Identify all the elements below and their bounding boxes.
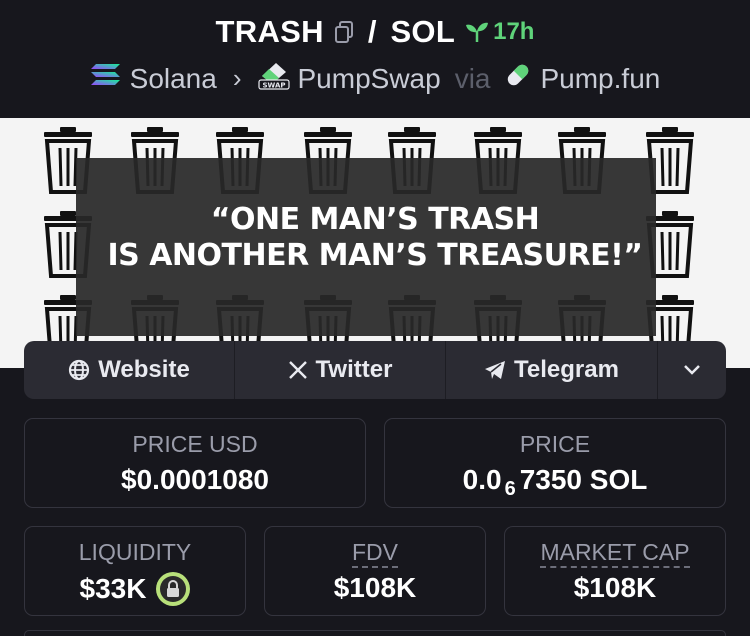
website-label: Website	[98, 356, 190, 383]
fdv-label[interactable]: FDV	[352, 539, 398, 568]
liquidity-card: LIQUIDITY $33K	[24, 526, 246, 616]
price-native-suffix: 7350 SOL	[519, 464, 648, 495]
telegram-icon	[485, 361, 506, 379]
liquidity-lock-icon[interactable]	[156, 572, 191, 606]
pill-icon	[504, 61, 532, 96]
token-symbol: TRASH	[215, 14, 324, 49]
price-native-card: PRICE 0.0 6 7350 SOL	[384, 418, 726, 508]
market-cap-label-wrap: MARKET CAP	[505, 539, 725, 568]
fdv-card: FDV $108K	[264, 526, 486, 616]
social-links-bar: Website Twitter Telegram	[24, 341, 726, 399]
price-usd-card: PRICE USD $0.0001080	[24, 418, 366, 508]
next-card-edge	[24, 630, 726, 636]
solana-icon	[90, 62, 122, 95]
liquidity-value-row: $33K	[25, 572, 245, 606]
quote-symbol: SOL	[390, 14, 456, 49]
dex-badge-text: SWAP	[262, 82, 285, 90]
market-cap-label[interactable]: MARKET CAP	[540, 539, 690, 568]
quote-line-2: IS ANOTHER MAN’S TREASURE!”	[107, 238, 643, 273]
price-native-value: 0.0 6 7350 SOL	[385, 464, 725, 500]
liquidity-value: $33K	[79, 573, 147, 604]
fdv-value: $108K	[333, 572, 417, 603]
liquidity-label: LIQUIDITY	[78, 539, 192, 565]
more-links-button[interactable]	[658, 341, 726, 399]
telegram-label: Telegram	[514, 356, 619, 383]
pair-separator: /	[367, 14, 377, 49]
x-logo-icon	[288, 361, 307, 379]
twitter-button[interactable]: Twitter	[235, 341, 446, 399]
price-usd-value: $0.0001080	[121, 464, 269, 495]
market-cap-value: $108K	[573, 572, 657, 603]
banner-quote: “ONE MAN’S TRASH IS ANOTHER MAN’S TREASU…	[0, 202, 750, 274]
copy-icon[interactable]	[334, 21, 354, 43]
quote-line-1: “ONE MAN’S TRASH	[210, 202, 540, 237]
globe-icon	[69, 359, 90, 381]
chain-name[interactable]: Solana	[130, 63, 217, 95]
via-label: via	[454, 62, 491, 94]
market-cap-card: MARKET CAP $108K	[504, 526, 726, 616]
website-button[interactable]: Website	[24, 341, 235, 399]
fdv-label-wrap: FDV	[265, 539, 485, 568]
price-native-prefix: 0.0	[462, 464, 502, 495]
dex-name[interactable]: PumpSwap	[298, 63, 441, 95]
pair-source: Solana › SWAP PumpSwap via Pump.fun	[0, 60, 750, 97]
pumpswap-icon: SWAP	[257, 60, 290, 97]
sprout-icon	[466, 22, 489, 42]
twitter-label: Twitter	[315, 356, 393, 383]
pair-age: 17h	[465, 18, 534, 46]
price-native-label: PRICE	[519, 431, 591, 457]
chevron-down-icon	[684, 365, 700, 375]
pair-header: TRASH / SOL 17h Solana › SWAP PumpSwap v…	[0, 0, 750, 118]
chevron-right-icon: ›	[232, 63, 242, 93]
telegram-button[interactable]: Telegram	[446, 341, 658, 399]
pair-title: TRASH / SOL 17h	[0, 14, 750, 50]
token-banner: “ONE MAN’S TRASH IS ANOTHER MAN’S TREASU…	[0, 118, 750, 368]
pair-age-text: 17h	[493, 18, 535, 45]
price-native-zero-count: 6	[504, 477, 516, 500]
launchpad-name[interactable]: Pump.fun	[540, 63, 660, 95]
price-usd-label: PRICE USD	[132, 431, 258, 457]
